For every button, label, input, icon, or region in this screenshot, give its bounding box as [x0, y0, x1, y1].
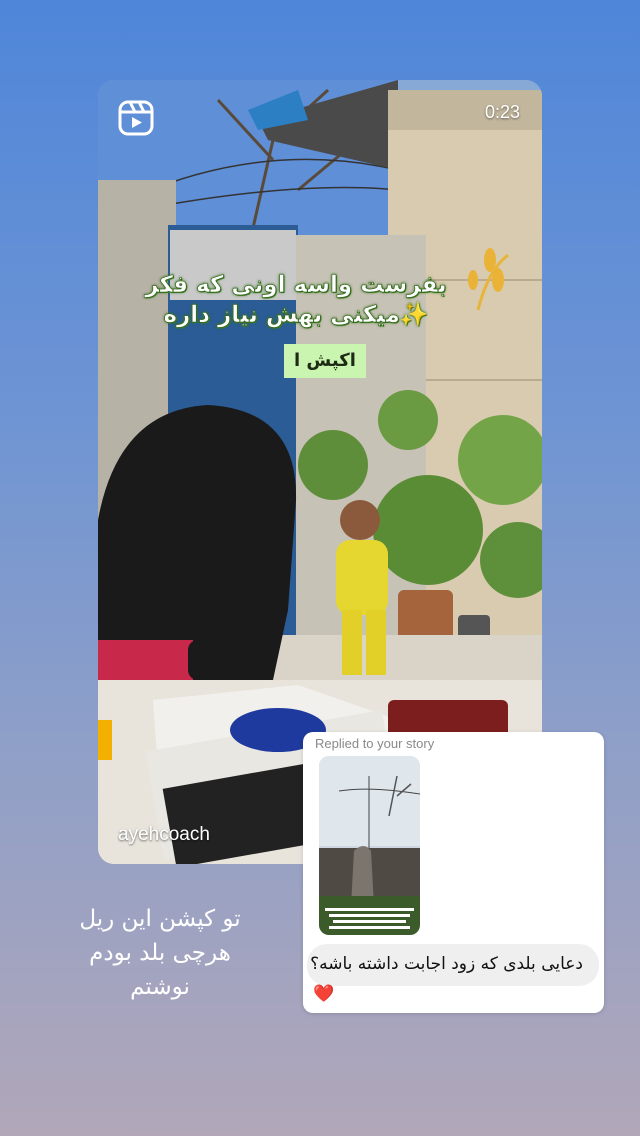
story-thumbnail[interactable] [319, 756, 420, 935]
caption-line-3: نوشتم [130, 974, 190, 1000]
caption-line-2: هرچی بلد بودم [89, 940, 231, 966]
story-caption: تو کپشن این ریل هرچی بلد بودم نوشتم [60, 902, 260, 1004]
reels-icon [118, 100, 154, 136]
reply-message-bubble: دعایی بلدی که زود اجابت داشته باشه؟ [307, 944, 599, 986]
replied-to-story-label: Replied to your story [315, 736, 435, 751]
reel-overlay-tag: اکپش ا [284, 344, 366, 378]
story-reply-card[interactable]: Replied to your story دعایی بلدی که زود … [303, 732, 604, 1013]
caption-line-1: تو کپشن این ریل [79, 906, 241, 932]
reply-message-text: دعایی بلدی که زود اجابت داشته باشه؟ [310, 954, 583, 974]
reel-duration: 0:23 [484, 102, 520, 122]
heart-reaction-icon[interactable]: ❤️ [313, 984, 334, 1004]
reel-username[interactable]: ayehcoach [118, 824, 210, 846]
reel-overlay-text: بفرست واسه اونی که فکر میکنی بهش نیاز دا… [145, 272, 447, 329]
